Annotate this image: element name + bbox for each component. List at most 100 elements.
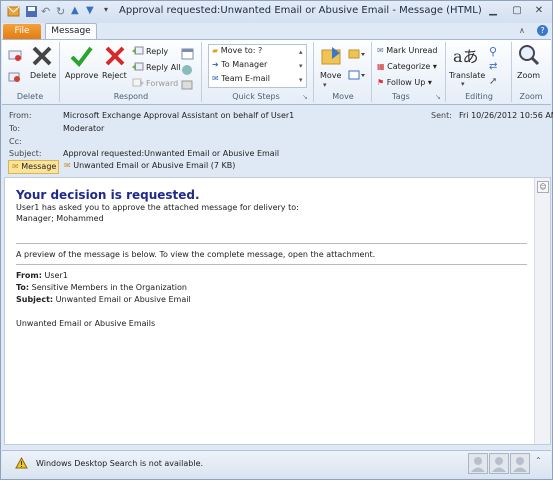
contact-card-icon[interactable]: ☺ — [537, 181, 549, 193]
preview-subject-value: Unwanted Email or Abusive Email — [53, 295, 191, 304]
follow-up-button[interactable]: ⚑ Follow Up ▾ — [377, 78, 432, 87]
tab-file[interactable]: File — [3, 24, 41, 39]
meeting-icon[interactable] — [181, 48, 194, 62]
quick-step-label: Team E-mail — [221, 74, 271, 83]
move-icon[interactable] — [320, 45, 344, 69]
zoom-button[interactable]: Zoom — [517, 71, 540, 80]
avatar[interactable] — [510, 453, 530, 474]
folder-icon: ▰ — [212, 46, 219, 55]
translate-dropdown-icon[interactable]: ▾ — [461, 80, 465, 88]
preview-to-label: To: — [16, 283, 30, 292]
preview-from-value: User1 — [41, 271, 68, 280]
preview-from-label: From: — [16, 271, 42, 280]
approve-icon[interactable] — [69, 44, 93, 70]
undo-icon[interactable]: ↶ — [41, 5, 54, 18]
maximize-button[interactable]: ▢ — [507, 4, 527, 19]
preview-note: A preview of the message is below. To vi… — [16, 250, 376, 259]
redo-icon[interactable]: ↻ — [56, 5, 69, 18]
window-title: Approval requested:Unwanted Email or Abu… — [119, 5, 482, 16]
rules-icon[interactable] — [348, 48, 366, 62]
avatar[interactable] — [489, 453, 509, 474]
message-window: ↶ ↻ ▲ ▼ ▾ Approval requested:Unwanted Em… — [0, 0, 553, 480]
category-icon: ▦ — [377, 62, 385, 71]
envelope-attachment-icon: ✉ — [64, 161, 71, 170]
status-text: Windows Desktop Search is not available. — [36, 459, 204, 468]
expand-people-pane-icon[interactable]: ⌃ — [535, 456, 542, 465]
reply-all-button[interactable]: Reply All — [146, 63, 181, 72]
categorize-button[interactable]: ▦ Categorize ▾ — [377, 62, 437, 71]
forward-arrow-icon: ➜ — [212, 60, 219, 69]
subject-label: Subject: — [9, 149, 42, 158]
save-icon[interactable] — [25, 5, 38, 18]
vertical-scrollbar[interactable]: ☺ — [534, 178, 550, 444]
preview-subject: Subject: Unwanted Email or Abusive Email — [16, 295, 191, 304]
quick-step-team-email[interactable]: ✉ Team E-mail — [212, 74, 270, 83]
from-label: From: — [9, 111, 32, 120]
dialog-launcher-icon[interactable]: ↘ — [435, 93, 441, 101]
reject-button[interactable]: Reject — [102, 71, 127, 80]
attachment-file[interactable]: ✉ Unwanted Email or Abusive Email (7 KB) — [64, 160, 235, 174]
to-label: To: — [9, 124, 21, 133]
chevron-down-icon: ▾ — [432, 62, 437, 71]
forward-button[interactable]: Forward — [146, 79, 178, 88]
divider — [16, 243, 527, 244]
group-divider — [371, 42, 372, 102]
mark-unread-label: Mark Unread — [386, 46, 438, 55]
message-attachment-tab[interactable]: ✉ Message — [8, 160, 59, 174]
next-item-icon[interactable]: ▼ — [86, 5, 99, 18]
move-button[interactable]: Move — [320, 71, 341, 80]
customize-qat-icon[interactable]: ▾ — [104, 5, 117, 18]
ignore-icon[interactable] — [8, 49, 22, 63]
envelope-icon: ✉ — [377, 46, 384, 55]
outlook-icon[interactable] — [7, 5, 20, 18]
related-icon[interactable]: ⇄ — [489, 61, 497, 72]
move-dropdown-icon[interactable]: ▾ — [323, 81, 327, 89]
body-line-2: Manager; Mohammed — [16, 214, 104, 223]
translate-icon[interactable]: aあ — [453, 43, 479, 67]
group-label-respond: Respond — [113, 92, 149, 101]
select-icon[interactable]: ➚ — [489, 76, 497, 87]
from-value[interactable]: Microsoft Exchange Approval Assistant on… — [63, 111, 294, 120]
to-value[interactable]: Moderator — [63, 124, 104, 133]
preview-to: To: Sensitive Members in the Organizatio… — [16, 283, 187, 292]
reply-all-icon[interactable] — [132, 62, 144, 74]
im-icon[interactable] — [181, 64, 194, 78]
team-mail-icon: ✉ — [212, 74, 219, 83]
cc-label: Cc: — [9, 137, 22, 146]
more-respond-icon[interactable] — [181, 79, 194, 93]
subject-value: Approval requested:Unwanted Email or Abu… — [63, 149, 280, 158]
quick-steps-scroll[interactable]: ▴ ▾ ▾ — [299, 45, 303, 87]
translate-button[interactable]: Translate — [449, 71, 485, 80]
envelope-icon: ✉ — [12, 162, 19, 171]
minimize-button[interactable]: ▁ — [483, 4, 503, 19]
close-button[interactable]: ✕ — [529, 4, 549, 19]
tab-message[interactable]: Message — [45, 23, 97, 40]
mark-unread-button[interactable]: ✉ Mark Unread — [377, 46, 437, 55]
group-divider — [445, 42, 446, 102]
forward-icon[interactable] — [132, 78, 144, 90]
ribbon-minimize-icon[interactable]: ∧ — [519, 26, 525, 35]
quick-step-move-to[interactable]: ▰ Move to: ? — [212, 46, 262, 55]
preview-to-value: Sensitive Members in the Organization — [29, 283, 187, 292]
previous-item-icon[interactable]: ▲ — [71, 5, 84, 18]
quick-step-to-manager[interactable]: ➜ To Manager — [212, 60, 267, 69]
help-icon[interactable]: ? — [537, 25, 548, 36]
delete-button[interactable]: Delete — [30, 71, 56, 80]
reply-icon[interactable] — [132, 46, 144, 58]
reply-button[interactable]: Reply — [146, 47, 168, 56]
actions-icon[interactable] — [348, 69, 366, 83]
group-divider — [59, 42, 60, 102]
dialog-launcher-icon[interactable]: ↘ — [302, 93, 308, 101]
approve-button[interactable]: Approve — [65, 71, 98, 80]
find-icon[interactable]: ⚲ — [489, 45, 497, 58]
flag-icon: ⚑ — [377, 78, 385, 87]
junk-icon[interactable] — [8, 71, 24, 85]
zoom-icon[interactable] — [518, 44, 540, 68]
group-label-tags: Tags — [392, 92, 410, 101]
delete-icon[interactable] — [31, 45, 53, 69]
reject-icon[interactable] — [104, 45, 126, 69]
quick-step-label: To Manager — [221, 60, 268, 69]
warning-icon — [15, 456, 28, 471]
message-tab-label: Message — [21, 162, 57, 171]
avatar[interactable] — [468, 453, 488, 474]
